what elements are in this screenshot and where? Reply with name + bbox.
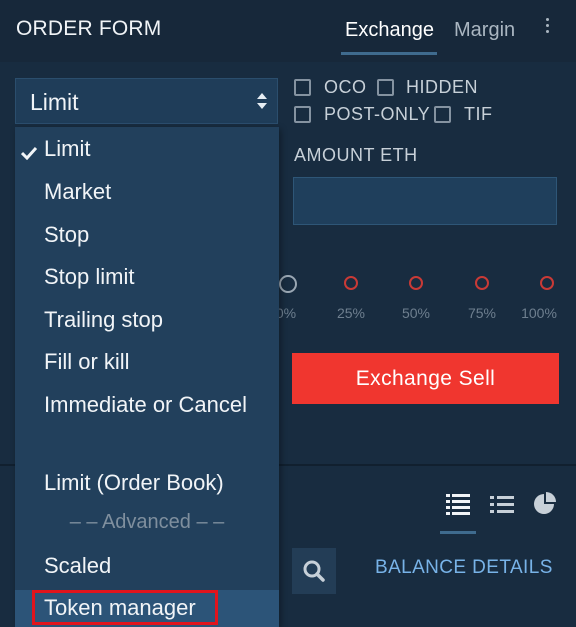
select-arrows-icon [257, 93, 267, 109]
slider-label-75: 75% [467, 305, 497, 321]
active-tab-indicator [341, 52, 437, 55]
list-view-icon[interactable] [444, 491, 472, 517]
option-limit[interactable]: Limit [44, 136, 90, 162]
balance-details-link[interactable]: BALANCE DETAILS [375, 557, 553, 579]
tab-exchange[interactable]: Exchange [345, 19, 434, 42]
order-type-dropdown: Limit Market Stop Stop limit Trailing st… [15, 127, 279, 627]
option-fill-or-kill[interactable]: Fill or kill [44, 349, 130, 375]
oco-checkbox[interactable] [294, 79, 311, 96]
option-scaled[interactable]: Scaled [44, 553, 111, 579]
search-icon [303, 560, 325, 582]
pie-chart-icon[interactable] [531, 491, 559, 517]
slider-point-100[interactable] [540, 276, 554, 290]
hidden-label: HIDDEN [406, 77, 479, 97]
post-only-checkbox[interactable] [294, 106, 311, 123]
order-type-select[interactable]: Limit [15, 78, 278, 124]
option-immediate-or-cancel[interactable]: Immediate or Cancel [44, 387, 264, 423]
exchange-sell-button[interactable]: Exchange Sell [292, 353, 559, 404]
option-market[interactable]: Market [44, 179, 111, 205]
more-options-icon[interactable] [542, 18, 552, 38]
slider-label-100: 100% [521, 305, 557, 321]
oco-label: OCO [324, 77, 367, 97]
compact-list-icon[interactable] [488, 491, 516, 517]
active-view-indicator [440, 531, 476, 534]
slider-handle[interactable] [279, 275, 297, 293]
order-type-selected-value: Limit [30, 89, 79, 115]
advanced-separator: – – Advanced – – [69, 511, 225, 533]
search-button[interactable] [292, 548, 336, 594]
tif-label: TIF [464, 104, 493, 124]
slider-label-25: 25% [336, 305, 366, 321]
option-trailing-stop[interactable]: Trailing stop [44, 307, 163, 333]
option-limit-order-book[interactable]: Limit (Order Book) [44, 470, 224, 496]
page-title: ORDER FORM [16, 17, 162, 40]
slider-point-50[interactable] [409, 276, 423, 290]
option-stop[interactable]: Stop [44, 222, 89, 248]
tif-checkbox[interactable] [434, 106, 451, 123]
slider-label-50: 50% [401, 305, 431, 321]
option-stop-limit[interactable]: Stop limit [44, 264, 134, 290]
post-only-label: POST-ONLY [324, 104, 431, 124]
token-manager-highlight [32, 590, 218, 625]
checkmark-icon [21, 146, 37, 160]
amount-input[interactable] [293, 177, 557, 225]
slider-point-25[interactable] [344, 276, 358, 290]
slider-point-75[interactable] [475, 276, 489, 290]
amount-label: AMOUNT ETH [294, 145, 418, 165]
tab-margin[interactable]: Margin [454, 19, 515, 42]
hidden-checkbox[interactable] [377, 79, 394, 96]
